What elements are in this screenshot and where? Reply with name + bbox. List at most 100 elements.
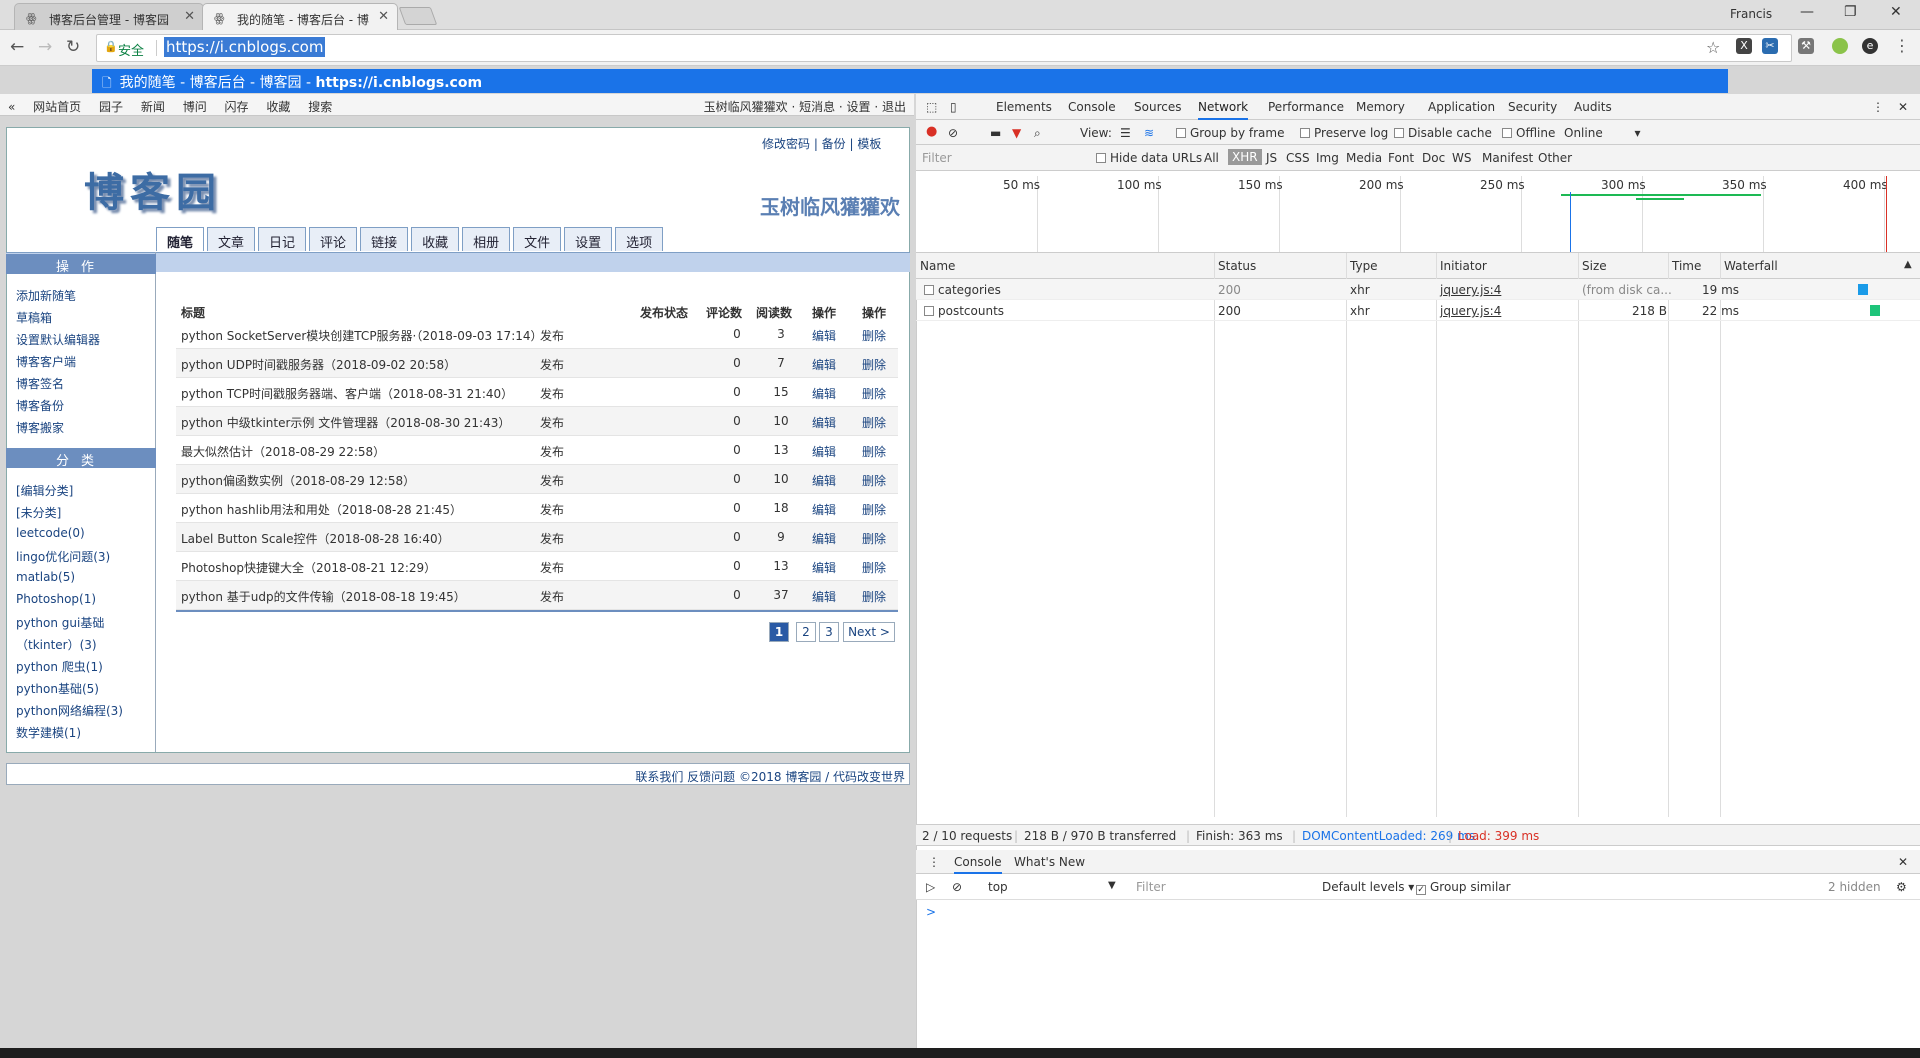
post-edit-link[interactable]: 编辑 bbox=[812, 530, 836, 547]
type-manifest[interactable]: Manifest bbox=[1482, 151, 1533, 165]
post-del-link[interactable]: 删除 bbox=[862, 356, 886, 373]
category-item[interactable]: python网络编程(3) bbox=[16, 702, 123, 719]
offline[interactable]: Offline bbox=[1502, 126, 1555, 140]
post-title[interactable]: python hashlib用法和用处（2018-08-28 21:45） bbox=[181, 501, 462, 518]
post-edit-link[interactable]: 编辑 bbox=[812, 501, 836, 518]
post-edit-link[interactable]: 编辑 bbox=[812, 414, 836, 431]
devtools-menu-icon[interactable]: ⋮ bbox=[1872, 100, 1884, 114]
minimize-icon[interactable]: — bbox=[1800, 4, 1814, 20]
category-item[interactable]: leetcode(0) bbox=[16, 526, 85, 540]
console-prompt[interactable]: > bbox=[926, 905, 936, 919]
record-icon[interactable]: ● bbox=[926, 124, 937, 139]
tab-memory[interactable]: Memory bbox=[1356, 100, 1405, 114]
group-similar[interactable]: ✓ Group similar bbox=[1416, 880, 1511, 895]
user-links[interactable]: 玉树临风獾獾欢 · 短消息 · 设置 · 退出 bbox=[704, 98, 906, 115]
large-rows-icon[interactable]: ☰ bbox=[1120, 126, 1131, 140]
post-del-link[interactable]: 删除 bbox=[862, 472, 886, 489]
nav-ing[interactable]: 闪存 bbox=[225, 100, 249, 114]
col-status[interactable]: Status bbox=[1218, 259, 1256, 273]
context-select[interactable]: top bbox=[988, 880, 1114, 894]
tab-elements[interactable]: Elements bbox=[996, 100, 1052, 114]
category-item[interactable]: Photoshop(1) bbox=[16, 592, 96, 606]
tab-options[interactable]: 选项 bbox=[615, 227, 664, 251]
nav-search[interactable]: 搜索 bbox=[308, 100, 332, 114]
filter-icon[interactable]: ▼ bbox=[1012, 126, 1021, 140]
nav-ask[interactable]: 博问 bbox=[183, 100, 207, 114]
post-edit-link[interactable]: 编辑 bbox=[812, 472, 836, 489]
bookmark-star-icon[interactable]: ☆ bbox=[1706, 38, 1720, 57]
type-media[interactable]: Media bbox=[1346, 151, 1382, 165]
type-xhr[interactable]: XHR bbox=[1228, 149, 1262, 165]
cnblogs-logo[interactable]: 博客园 bbox=[84, 160, 222, 218]
post-del-link[interactable]: 删除 bbox=[862, 327, 886, 344]
category-item[interactable]: python基础(5) bbox=[16, 680, 99, 697]
network-overview[interactable] bbox=[916, 171, 1920, 253]
url-text[interactable]: https://i.cnblogs.com bbox=[164, 37, 326, 57]
post-del-link[interactable]: 删除 bbox=[862, 588, 886, 605]
extension-icon[interactable]: e bbox=[1862, 38, 1878, 54]
tab-application[interactable]: Application bbox=[1428, 100, 1495, 114]
page-1-button[interactable]: 1 bbox=[769, 622, 789, 642]
reload-icon[interactable]: ↻ bbox=[66, 37, 80, 57]
sidebar-drafts[interactable]: 草稿箱 bbox=[16, 309, 52, 326]
filter-input[interactable]: Filter bbox=[922, 151, 952, 165]
post-title[interactable]: Photoshop快捷键大全（2018-08-21 12:29） bbox=[181, 559, 436, 576]
category-item[interactable]: matlab(5) bbox=[16, 570, 75, 584]
post-title[interactable]: python 中级tkinter示例 文件管理器（2018-08-30 21:4… bbox=[181, 414, 510, 431]
type-css[interactable]: CSS bbox=[1286, 151, 1310, 165]
next-page-button[interactable]: Next > bbox=[843, 622, 895, 642]
tab-performance[interactable]: Performance bbox=[1268, 100, 1344, 114]
footer-text[interactable]: 联系我们 反馈问题 ©2018 博客园 / 代码改变世界 bbox=[635, 768, 905, 785]
post-del-link[interactable]: 删除 bbox=[862, 559, 886, 576]
devtools-close-icon[interactable]: ✕ bbox=[1898, 100, 1908, 114]
category-edit[interactable]: [编辑分类] bbox=[16, 482, 73, 499]
log-levels-select[interactable]: Default levels ▾ bbox=[1322, 880, 1414, 894]
post-title[interactable]: Label Button Scale控件（2018-08-28 16:40） bbox=[181, 530, 450, 547]
device-toggle-icon[interactable]: ▯ bbox=[950, 100, 957, 114]
secure-label[interactable]: 安全 bbox=[118, 40, 144, 59]
sidebar-toggle-icon[interactable]: ▷ bbox=[926, 880, 935, 894]
category-item[interactable]: （tkinter）(3) bbox=[16, 636, 97, 653]
group-by-frame[interactable]: Group by frame bbox=[1176, 126, 1284, 140]
type-other[interactable]: Other bbox=[1538, 151, 1572, 165]
clear-console-icon[interactable]: ⊘ bbox=[952, 880, 962, 894]
waterfall-view-icon[interactable]: ≋ bbox=[1144, 126, 1154, 140]
col-name[interactable]: Name bbox=[920, 259, 955, 273]
sidebar-default-editor[interactable]: 设置默认编辑器 bbox=[16, 331, 100, 348]
close-tab-icon[interactable]: ✕ bbox=[378, 9, 389, 24]
capture-screenshots-icon[interactable]: ▬ bbox=[990, 126, 1001, 140]
back-icon[interactable]: ← bbox=[10, 37, 24, 57]
menu-icon[interactable]: ⋮ bbox=[1894, 38, 1910, 54]
post-del-link[interactable]: 删除 bbox=[862, 530, 886, 547]
post-title[interactable]: 最大似然估计（2018-08-29 22:58） bbox=[181, 443, 385, 460]
row-checkbox[interactable] bbox=[924, 283, 938, 297]
throttle-select[interactable]: Online ▾ bbox=[1564, 126, 1641, 140]
browser-tab-posts[interactable]: ꙮ 我的随笔 - 博客后台 - 博 ✕ bbox=[202, 3, 398, 30]
sort-up-icon[interactable]: ▲ bbox=[1904, 259, 1912, 270]
forward-icon[interactable]: → bbox=[38, 37, 52, 57]
category-item[interactable]: python gui基础 bbox=[16, 614, 104, 631]
profile-name[interactable]: Francis bbox=[1730, 7, 1772, 21]
sidebar-client[interactable]: 博客客户端 bbox=[16, 353, 76, 370]
preserve-log[interactable]: Preserve log bbox=[1300, 126, 1388, 140]
browser-tab-admin[interactable]: ꙮ 博客后台管理 - 博客园 ✕ bbox=[14, 3, 204, 30]
post-title[interactable]: python SocketServer模块创建TCP服务器·（2018-09-0… bbox=[181, 327, 543, 344]
page-2-button[interactable]: 2 bbox=[796, 622, 816, 642]
extension-icon[interactable]: ✂ bbox=[1762, 38, 1778, 54]
post-edit-link[interactable]: 编辑 bbox=[812, 327, 836, 344]
new-tab-button[interactable] bbox=[398, 7, 438, 25]
nav-news[interactable]: 新闻 bbox=[141, 100, 165, 114]
close-tab-icon[interactable]: ✕ bbox=[184, 9, 195, 24]
console-filter-input[interactable]: Filter bbox=[1136, 880, 1166, 894]
post-title[interactable]: python TCP时间戳服务器端、客户端（2018-08-31 21:40） bbox=[181, 385, 513, 402]
tab-settings[interactable]: 设置 bbox=[564, 227, 613, 251]
lock-icon[interactable]: 🔒 bbox=[104, 40, 118, 53]
tab-albums[interactable]: 相册 bbox=[462, 227, 511, 251]
type-all[interactable]: All bbox=[1204, 151, 1219, 165]
sidebar-backup[interactable]: 博客备份 bbox=[16, 397, 64, 414]
type-doc[interactable]: Doc bbox=[1422, 151, 1445, 165]
type-ws[interactable]: WS bbox=[1452, 151, 1471, 165]
col-waterfall[interactable]: Waterfall bbox=[1724, 259, 1778, 273]
tab-sources[interactable]: Sources bbox=[1134, 100, 1181, 114]
tab-audits[interactable]: Audits bbox=[1574, 100, 1612, 114]
